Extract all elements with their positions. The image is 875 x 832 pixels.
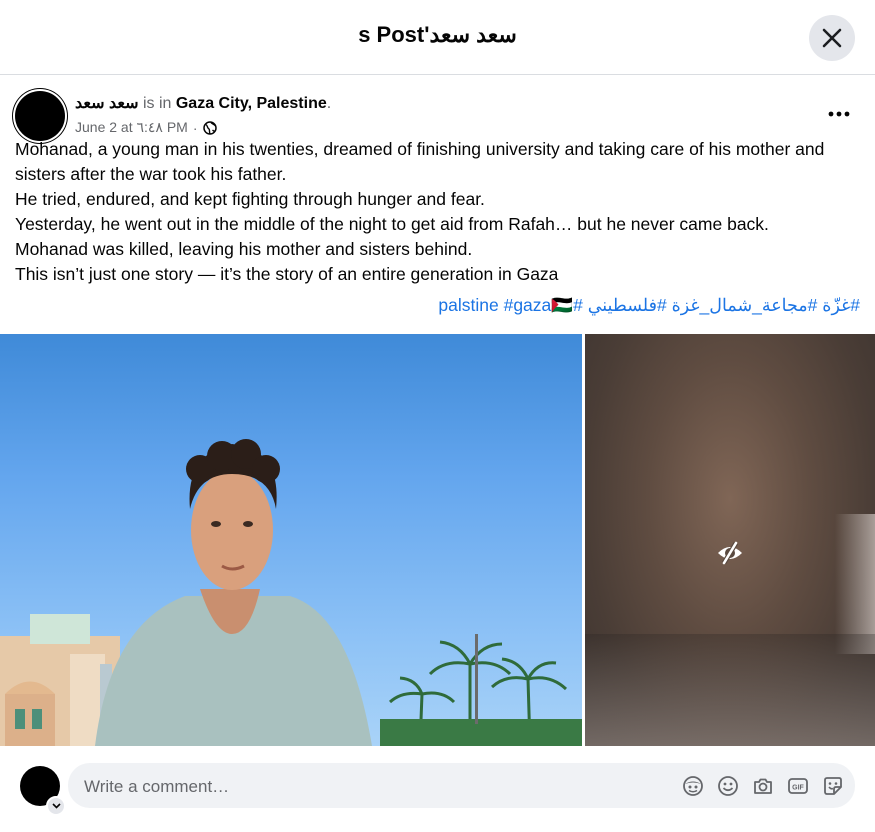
hashtags: #غزّة #مجاعة_شمال_غزة #فلسطيني #palstine… [438, 295, 860, 316]
eye-slash-icon[interactable] [715, 538, 745, 568]
chevron-down-icon [51, 803, 61, 809]
comment-box[interactable]: GIF [68, 763, 855, 810]
author-name[interactable]: سعد سعد [75, 95, 139, 112]
close-icon [822, 28, 842, 48]
author-avatar[interactable] [15, 91, 65, 141]
comment-input[interactable] [82, 763, 646, 810]
location-link[interactable]: Gaza City, Palestine [176, 95, 327, 112]
post-meta: June 2 at ٦:٤٨ PM · [75, 119, 217, 136]
profile-switch-button[interactable] [46, 796, 66, 816]
post-line: Yesterday, he went out in the middle of … [15, 214, 769, 234]
gif-icon[interactable]: GIF [786, 774, 810, 798]
author-line: سعد سعد is in Gaza City, Palestine. [75, 93, 331, 113]
flag-emoji: 🇵🇸 [551, 295, 574, 315]
hashtag-link[interactable]: #غزّة [822, 295, 860, 315]
post-body: Mohanad, a young man in his twenties, dr… [15, 137, 860, 287]
camera-icon[interactable] [751, 774, 775, 798]
post-line: Mohanad was killed, leaving his mother a… [15, 239, 473, 259]
hashtag-link[interactable]: #مجاعة_شمال_غزة [672, 295, 818, 315]
emoji-icon[interactable] [716, 774, 740, 798]
svg-text:GIF: GIF [792, 785, 804, 792]
dialog-title: سعد سعد's Post [358, 22, 517, 47]
blur-overlay [585, 634, 875, 746]
meta-separator: · [192, 119, 198, 136]
post-dialog-header: سعد سعد's Post [0, 0, 875, 75]
post-timestamp[interactable]: June 2 at ٦:٤٨ PM [75, 119, 188, 136]
sticker-icon[interactable] [821, 774, 845, 798]
hashtag-link[interactable]: #gaza [504, 295, 552, 315]
globe-icon[interactable] [202, 120, 217, 135]
more-options-button[interactable] [821, 96, 857, 132]
post-photo-right-hidden[interactable] [585, 334, 875, 746]
more-icon [828, 111, 850, 117]
blur-overlay [835, 514, 875, 654]
close-button[interactable] [809, 15, 855, 61]
hashtag-link[interactable]: #فلسطيني [588, 295, 667, 315]
post-line: This isn’t just one story — it’s the sto… [15, 264, 559, 284]
avatar-sticker-icon[interactable] [681, 774, 705, 798]
post-line: He tried, endured, and kept fighting thr… [15, 189, 485, 209]
comment-bar: GIF [0, 746, 875, 832]
young-man-photo [0, 439, 582, 746]
period: . [326, 95, 332, 112]
post-photo-left[interactable] [0, 334, 582, 746]
post-line: Mohanad, a young man in his twenties, dr… [15, 139, 825, 184]
is-in-text: is in [142, 95, 172, 112]
comment-tools: GIF [681, 774, 845, 798]
